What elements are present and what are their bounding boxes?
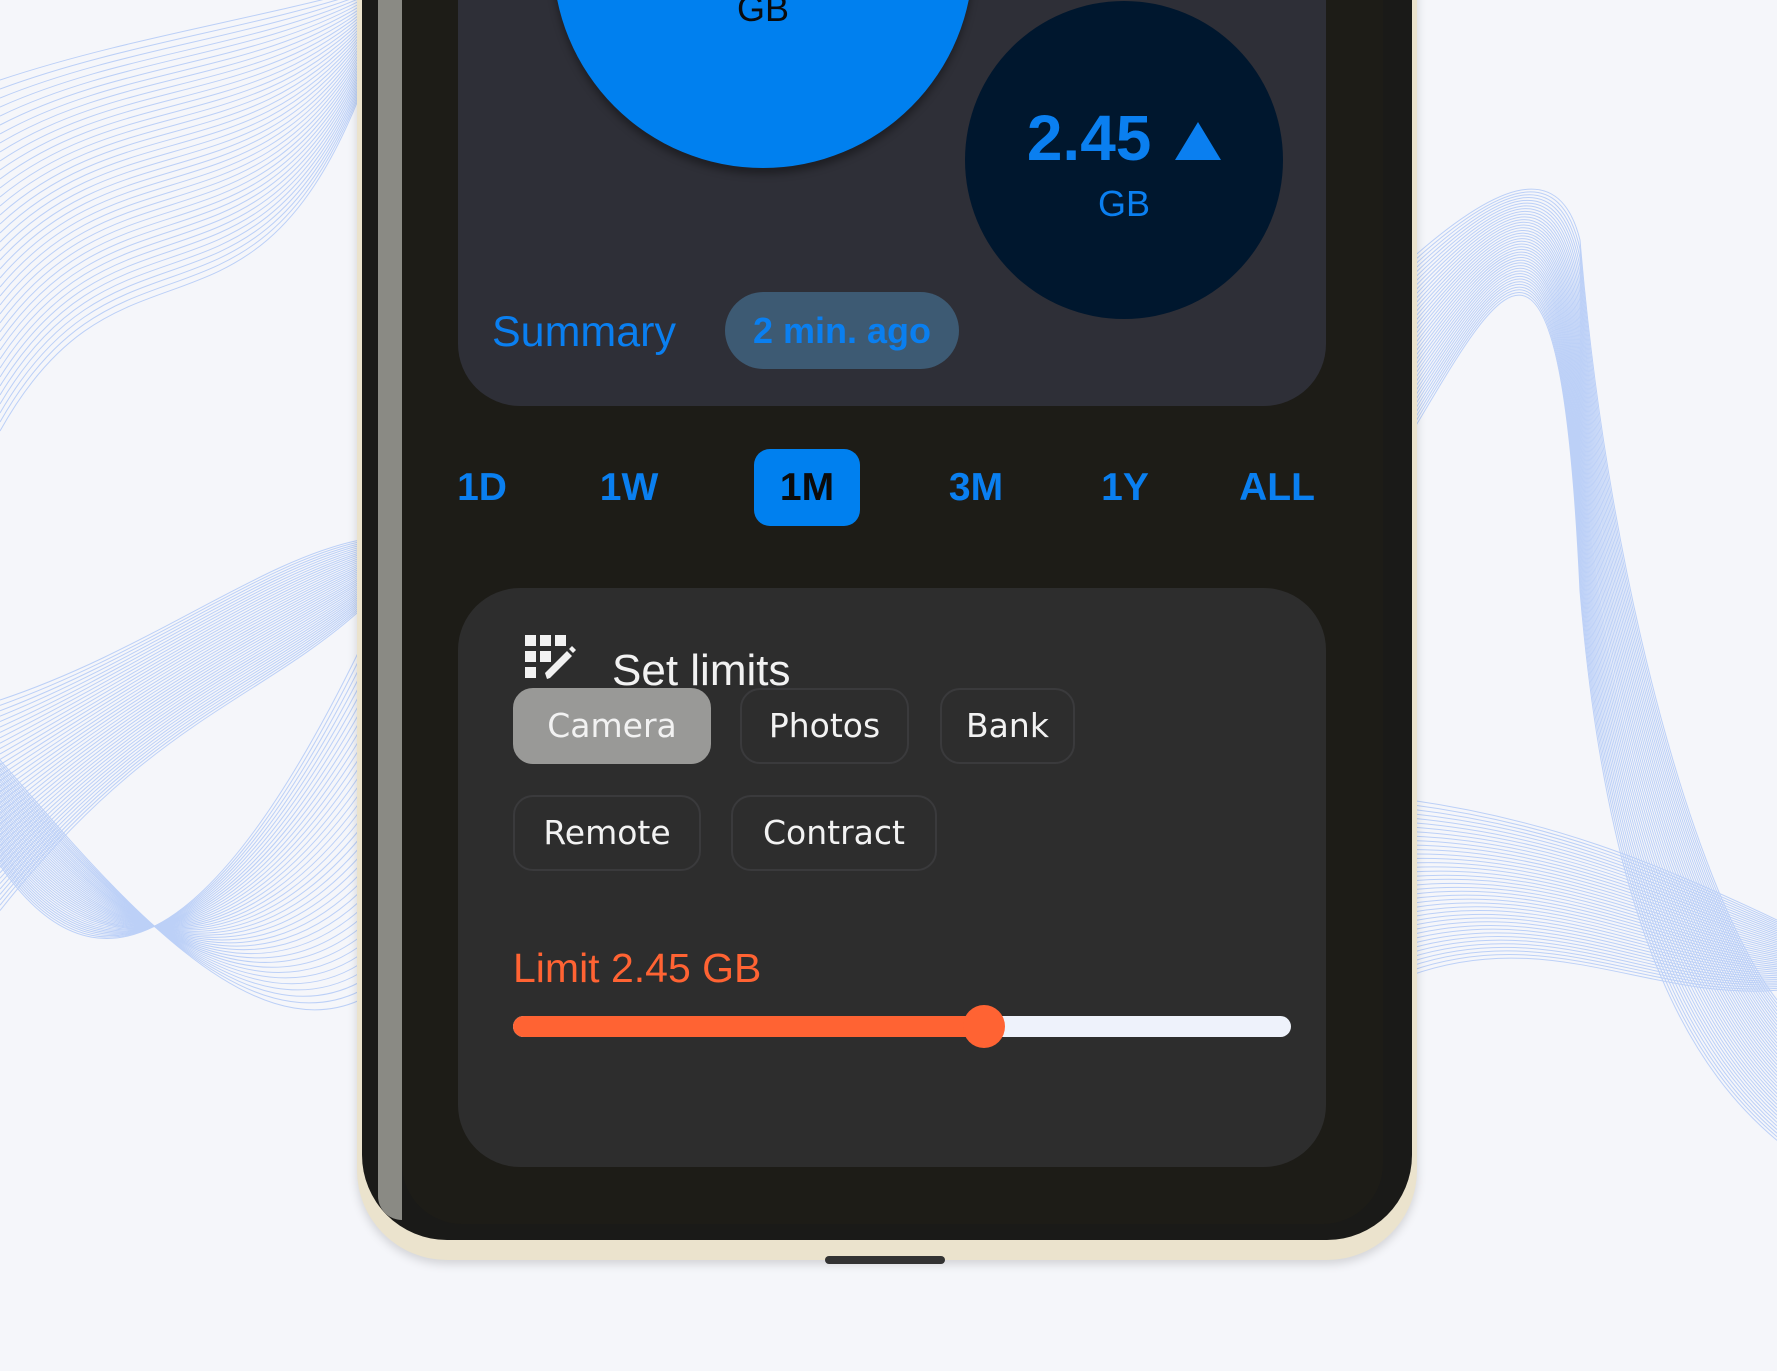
grid-edit-icon <box>525 635 576 679</box>
summary-title: Summary <box>492 308 676 356</box>
triangle-up-icon <box>1175 122 1222 160</box>
chip-bank[interactable]: Bank <box>940 688 1075 764</box>
phone-edge <box>378 0 402 1220</box>
total-usage-circle: GB <box>553 0 973 168</box>
limits-card: Set limits Camera Photos Bank Remote Contrac… <box>458 588 1326 1167</box>
usage-unit: GB <box>1097 183 1150 224</box>
slider-fill <box>513 1016 984 1037</box>
tab-1y[interactable]: 1Y <box>1085 449 1165 526</box>
usage-value: 2.45 <box>1026 102 1152 174</box>
limit-label: Limit 2.45 GB <box>513 945 762 991</box>
phone-port <box>825 1256 945 1264</box>
limit-slider[interactable] <box>513 1005 1291 1048</box>
tab-1w[interactable]: 1W <box>589 449 669 526</box>
chip-contract[interactable]: Contract <box>731 795 937 871</box>
tab-1d[interactable]: 1D <box>442 449 522 526</box>
phone-screen: GB 2.45 GB Summary 2 min. ago 1D 1W 1M 3M 1Y… <box>402 0 1383 1224</box>
chip-photos[interactable]: Photos <box>740 688 909 764</box>
updated-badge: 2 min. ago <box>725 292 959 369</box>
chip-remote[interactable]: Remote <box>513 795 701 871</box>
top-circle-unit: GB <box>736 0 789 29</box>
chip-camera[interactable]: Camera <box>513 688 711 764</box>
summary-card: GB 2.45 GB Summary 2 min. ago <box>458 0 1326 406</box>
tab-all[interactable]: ALL <box>1237 449 1317 526</box>
slider-thumb[interactable] <box>962 1005 1005 1048</box>
tab-3m[interactable]: 3M <box>936 449 1016 526</box>
usage-circle: 2.45 GB <box>965 1 1283 319</box>
tab-1m[interactable]: 1M <box>754 449 860 526</box>
